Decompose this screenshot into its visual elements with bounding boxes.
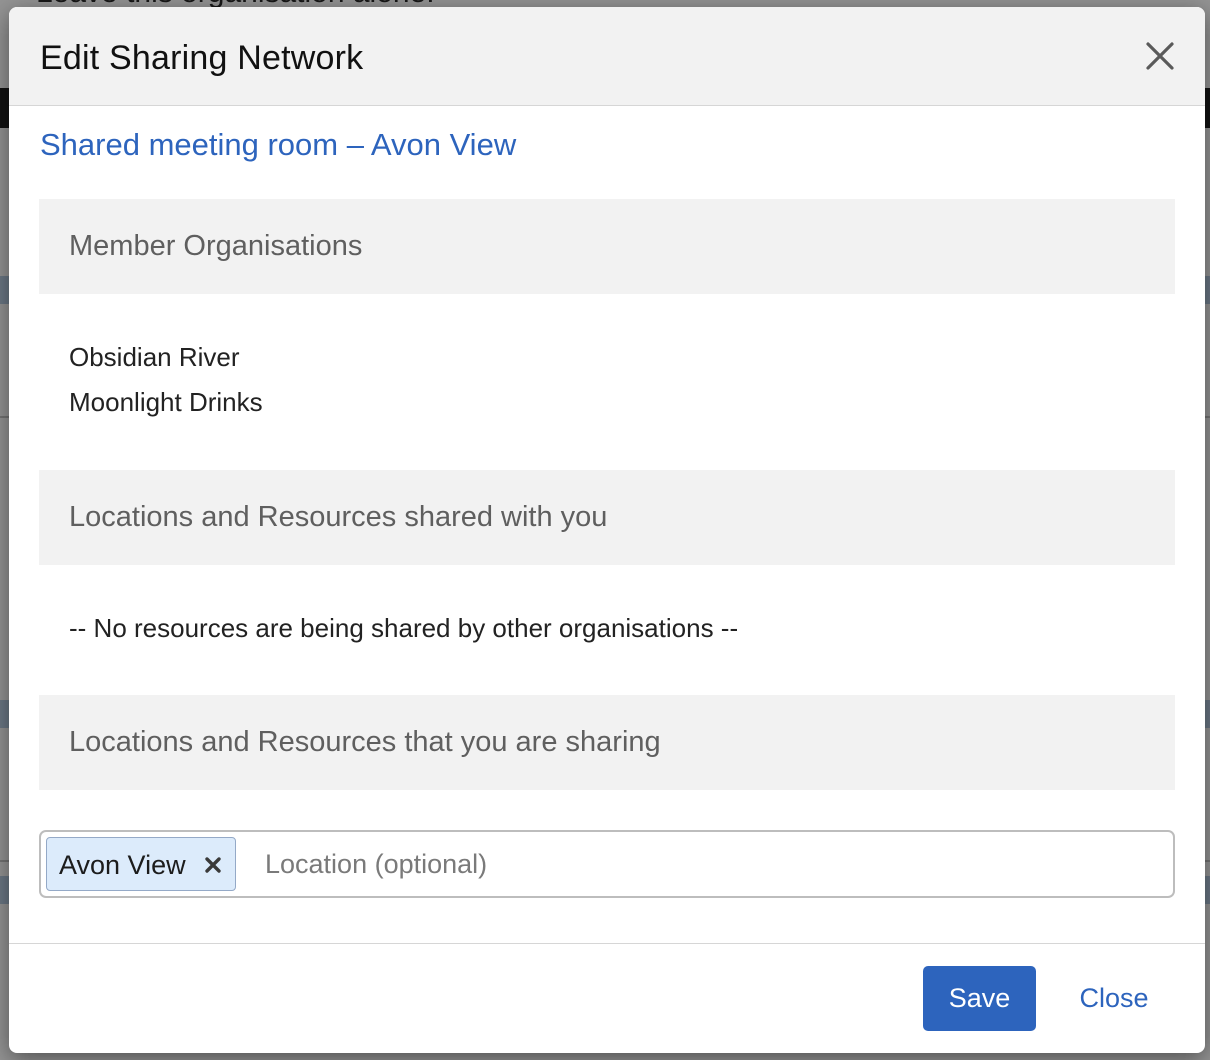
modal-title: Edit Sharing Network (40, 39, 364, 77)
no-shared-resources-message: -- No resources are being shared by othe… (69, 613, 739, 643)
section-heading: Locations and Resources shared with you (69, 501, 608, 533)
section-header-shared-with-you: Locations and Resources shared with you (39, 470, 1175, 565)
close-icon[interactable] (1145, 41, 1175, 71)
edit-sharing-network-modal: Edit Sharing Network Shared meeting room… (9, 7, 1205, 1053)
modal-header: Edit Sharing Network (9, 7, 1205, 106)
section-heading: Locations and Resources that you are sha… (69, 726, 661, 758)
save-button[interactable]: Save (923, 966, 1036, 1031)
footer-divider (9, 943, 1205, 944)
location-multiselect[interactable]: Avon View (39, 830, 1175, 898)
tag-label: Avon View (59, 850, 186, 880)
section-header-members: Member Organisations (39, 199, 1175, 294)
selected-location-tag: Avon View (46, 837, 236, 891)
close-button[interactable]: Close (1059, 966, 1169, 1031)
section-header-you-are-sharing: Locations and Resources that you are sha… (39, 695, 1175, 790)
member-organisation-item: Moonlight Drinks (69, 387, 263, 417)
section-heading: Member Organisations (69, 230, 363, 262)
sharing-network-name: Shared meeting room – Avon View (40, 127, 517, 162)
location-input[interactable] (265, 842, 1145, 886)
remove-tag-icon[interactable] (203, 855, 223, 875)
member-organisation-item: Obsidian River (69, 342, 240, 372)
